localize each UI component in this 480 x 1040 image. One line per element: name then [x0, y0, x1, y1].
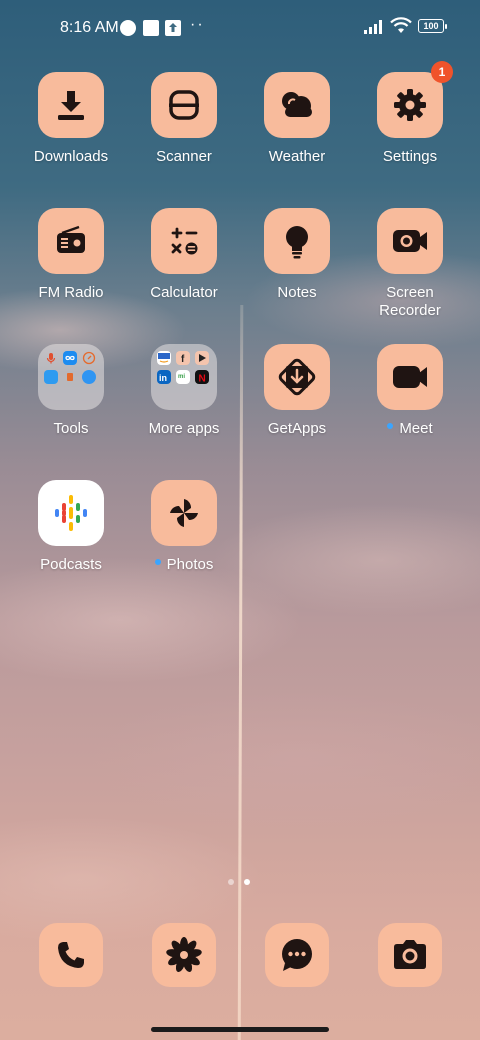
folder-preview: f in mi N: [151, 344, 217, 410]
play-store-icon: [195, 351, 209, 365]
app-label: More apps: [148, 420, 220, 437]
radio-icon: [38, 208, 104, 274]
page-indicator[interactable]: [228, 879, 250, 885]
upload-icon: [165, 20, 181, 36]
dock-messages[interactable]: [242, 923, 352, 987]
amazon-icon: [157, 351, 171, 365]
dock-camera[interactable]: [355, 923, 465, 987]
compass-icon: [82, 351, 96, 365]
app-label: GetApps: [267, 420, 327, 437]
app-podcasts[interactable]: Podcasts: [16, 480, 126, 574]
app-notes[interactable]: Notes: [242, 208, 352, 302]
battery-level: 100: [423, 21, 439, 31]
weather-cloud-icon: [264, 72, 330, 138]
svg-text:f: f: [181, 354, 185, 365]
app-label: FM Radio: [38, 284, 104, 301]
app-label: Photos: [129, 556, 239, 574]
app-settings[interactable]: 1 Settings: [355, 61, 465, 166]
video-camera-icon: [377, 208, 443, 274]
home-gesture-bar[interactable]: [151, 1027, 329, 1032]
meet-video-icon: [377, 344, 443, 410]
netflix-icon: N: [195, 370, 209, 385]
mic-icon: [44, 351, 58, 365]
app-getapps[interactable]: GetApps: [242, 344, 352, 438]
calculator-icon: [151, 208, 217, 274]
app-label: Weather: [268, 148, 326, 165]
app-label: Settings: [382, 148, 438, 165]
app-downloads[interactable]: Downloads: [16, 72, 126, 166]
data-saver-icon: [120, 20, 136, 36]
dock-phone[interactable]: [16, 923, 126, 987]
mi-credit-icon: mi: [176, 370, 190, 384]
status-bar: 8:16 AM ·· 100: [0, 0, 480, 56]
security-icon: [82, 370, 96, 384]
page-dot-active[interactable]: [244, 879, 250, 885]
app-photos[interactable]: Photos: [129, 480, 239, 574]
app-label: Calculator: [150, 284, 218, 301]
svg-text:mi: mi: [178, 374, 185, 380]
app-label: Meet: [355, 420, 465, 438]
download-icon: [38, 72, 104, 138]
app-screen-recorder[interactable]: Screen Recorder: [355, 208, 465, 320]
folder-preview: [38, 344, 104, 410]
folder-tools[interactable]: Tools: [16, 344, 126, 438]
gear-icon: 1: [377, 61, 453, 138]
facebook-icon: f: [176, 351, 190, 365]
phone-icon: [39, 923, 103, 987]
camera-icon: [378, 923, 442, 987]
new-app-dot: [387, 423, 394, 430]
scanner-icon: [151, 72, 217, 138]
feedback-icon: [44, 370, 58, 384]
app-scanner[interactable]: Scanner: [129, 72, 239, 166]
gallery-icon: [152, 923, 216, 987]
more-notifications-icon: ··: [190, 16, 205, 33]
app-meet[interactable]: Meet: [355, 344, 465, 438]
notification-square-icon: [143, 20, 159, 36]
app-fm-radio[interactable]: FM Radio: [16, 208, 126, 302]
signal-icon: [364, 20, 382, 34]
notification-badge: 1: [431, 61, 453, 83]
new-app-dot: [154, 559, 161, 566]
app-label: Downloads: [33, 148, 109, 165]
app-label: Tools: [53, 420, 89, 437]
messages-icon: [265, 923, 329, 987]
status-time: 8:16 AM: [60, 19, 119, 36]
linkedin-icon: in: [157, 370, 171, 384]
app-label: Podcasts: [40, 556, 102, 573]
mi-remote-icon: [63, 351, 77, 365]
folder-more-apps[interactable]: f in mi N More apps: [129, 344, 239, 438]
app-weather[interactable]: Weather: [242, 72, 352, 166]
app-label: Scanner: [156, 148, 212, 165]
podcasts-icon: [38, 480, 104, 546]
sim-toolkit-icon: [63, 370, 77, 384]
wifi-icon: [390, 17, 412, 33]
app-label: Notes: [277, 284, 317, 301]
battery-indicator: 100: [418, 19, 447, 33]
svg-text:in: in: [159, 373, 167, 383]
app-label: Screen Recorder: [379, 284, 441, 319]
svg-text:N: N: [199, 374, 206, 385]
pinwheel-icon: [151, 480, 217, 546]
getapps-icon: [264, 344, 330, 410]
lightbulb-icon: [264, 208, 330, 274]
app-calculator[interactable]: Calculator: [129, 208, 239, 302]
page-dot[interactable]: [228, 879, 234, 885]
dock-gallery[interactable]: [129, 923, 239, 987]
